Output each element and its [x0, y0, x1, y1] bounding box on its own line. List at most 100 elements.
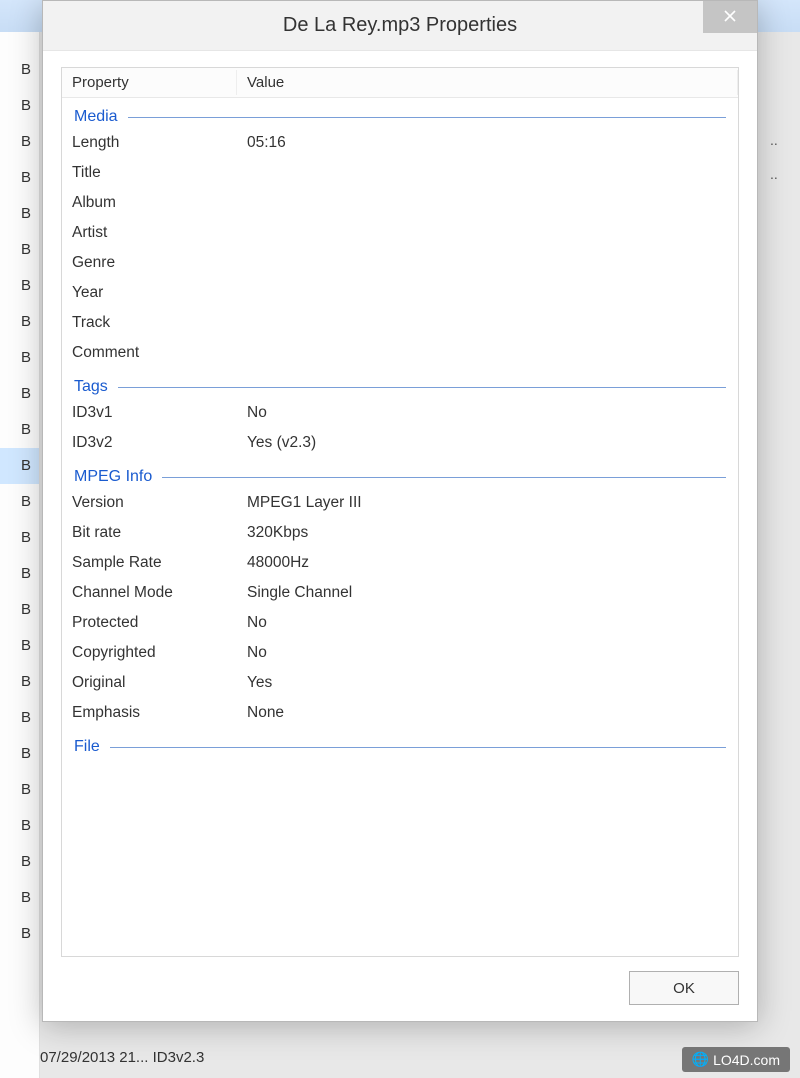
background-list-item: B	[0, 808, 39, 844]
section-header: MPEG Info	[62, 462, 738, 488]
table-row[interactable]: Album	[62, 188, 738, 218]
property-value: None	[247, 704, 728, 722]
section-title: Tags	[74, 378, 108, 396]
background-list-item: B	[0, 448, 39, 484]
section-divider	[118, 387, 726, 388]
section-divider	[110, 747, 726, 748]
background-list-item: B	[0, 88, 39, 124]
property-name: Artist	[72, 224, 247, 242]
background-list-item: B	[0, 268, 39, 304]
section-title: Media	[74, 108, 118, 126]
property-name: Year	[72, 284, 247, 302]
table-row[interactable]: Bit rate320Kbps	[62, 518, 738, 548]
background-right-dots: .. ..	[770, 132, 800, 182]
section-divider	[162, 477, 726, 478]
property-name: Emphasis	[72, 704, 247, 722]
table-row[interactable]: EmphasisNone	[62, 698, 738, 728]
table-row[interactable]: Title	[62, 158, 738, 188]
property-name: Album	[72, 194, 247, 212]
background-list-item: B	[0, 376, 39, 412]
property-value: No	[247, 644, 728, 662]
table-row[interactable]: Year	[62, 278, 738, 308]
property-value: 48000Hz	[247, 554, 728, 572]
properties-dialog: De La Rey.mp3 Properties Property Value …	[42, 0, 758, 1022]
table-row[interactable]: Comment	[62, 338, 738, 368]
background-footer: 07/29/2013 21... ID3v2.3	[40, 1049, 204, 1066]
properties-table: Property Value MediaLength05:16TitleAlbu…	[61, 67, 739, 957]
table-row[interactable]: Artist	[62, 218, 738, 248]
table-row[interactable]: Track	[62, 308, 738, 338]
background-list-item: B	[0, 412, 39, 448]
section-divider	[128, 117, 726, 118]
property-name: Title	[72, 164, 247, 182]
table-scroll-area[interactable]: MediaLength05:16TitleAlbumArtistGenreYea…	[62, 98, 738, 956]
property-name: Track	[72, 314, 247, 332]
background-list-item: B	[0, 592, 39, 628]
property-name: ID3v2	[72, 434, 247, 452]
button-bar: OK	[61, 957, 739, 1005]
watermark-badge: 🌐 LO4D.com	[682, 1047, 790, 1072]
close-button[interactable]	[703, 1, 757, 33]
table-row[interactable]: ID3v1No	[62, 398, 738, 428]
background-list-item: B	[0, 484, 39, 520]
background-list-item: B	[0, 124, 39, 160]
property-name: Copyrighted	[72, 644, 247, 662]
watermark-text: LO4D.com	[713, 1052, 780, 1068]
property-value: MPEG1 Layer III	[247, 494, 728, 512]
property-name: Protected	[72, 614, 247, 632]
background-list-item: B	[0, 556, 39, 592]
background-list-item: B	[0, 160, 39, 196]
background-list-item: B	[0, 196, 39, 232]
background-list-item: B	[0, 700, 39, 736]
table-header: Property Value	[62, 68, 738, 98]
property-name: Length	[72, 134, 247, 152]
table-row[interactable]: Genre	[62, 248, 738, 278]
property-name: Comment	[72, 344, 247, 362]
background-list-item: B	[0, 844, 39, 880]
background-list-item: B	[0, 880, 39, 916]
background-list-item: B	[0, 340, 39, 376]
table-row[interactable]: Sample Rate48000Hz	[62, 548, 738, 578]
section-header: File	[62, 732, 738, 758]
section-title: MPEG Info	[74, 468, 152, 486]
background-list-item: B	[0, 664, 39, 700]
dialog-title: De La Rey.mp3 Properties	[283, 14, 517, 37]
property-value: Single Channel	[247, 584, 728, 602]
background-list-item: B	[0, 232, 39, 268]
table-row[interactable]: OriginalYes	[62, 668, 738, 698]
property-value: 320Kbps	[247, 524, 728, 542]
property-name: Bit rate	[72, 524, 247, 542]
dialog-titlebar: De La Rey.mp3 Properties	[43, 1, 757, 51]
section-title: File	[74, 738, 100, 756]
dialog-body: Property Value MediaLength05:16TitleAlbu…	[43, 51, 757, 1021]
property-name: Version	[72, 494, 247, 512]
section-header: Tags	[62, 372, 738, 398]
table-row[interactable]: Length05:16	[62, 128, 738, 158]
property-name: Sample Rate	[72, 554, 247, 572]
table-row[interactable]: ProtectedNo	[62, 608, 738, 638]
background-list-item: B	[0, 520, 39, 556]
background-list-item: B	[0, 52, 39, 88]
table-row[interactable]: VersionMPEG1 Layer III	[62, 488, 738, 518]
globe-icon: 🌐	[692, 1051, 709, 1068]
section-header: Media	[62, 102, 738, 128]
background-list-item: B	[0, 736, 39, 772]
property-name: ID3v1	[72, 404, 247, 422]
background-list-item: B	[0, 916, 39, 952]
background-list: BBBBBBBBBBBBBBBBBBBBBBBBB	[0, 32, 40, 1078]
table-row[interactable]: CopyrightedNo	[62, 638, 738, 668]
table-row[interactable]: ID3v2Yes (v2.3)	[62, 428, 738, 458]
background-list-item: B	[0, 772, 39, 808]
column-header-property[interactable]: Property	[62, 70, 237, 95]
property-name: Genre	[72, 254, 247, 272]
property-value: 05:16	[247, 134, 728, 152]
ok-button[interactable]: OK	[629, 971, 739, 1005]
property-value: Yes (v2.3)	[247, 434, 728, 452]
property-value: No	[247, 614, 728, 632]
property-name: Original	[72, 674, 247, 692]
table-row[interactable]: Channel ModeSingle Channel	[62, 578, 738, 608]
close-icon	[724, 9, 736, 26]
background-list-item: B	[0, 304, 39, 340]
property-name: Channel Mode	[72, 584, 247, 602]
column-header-value[interactable]: Value	[237, 70, 738, 95]
